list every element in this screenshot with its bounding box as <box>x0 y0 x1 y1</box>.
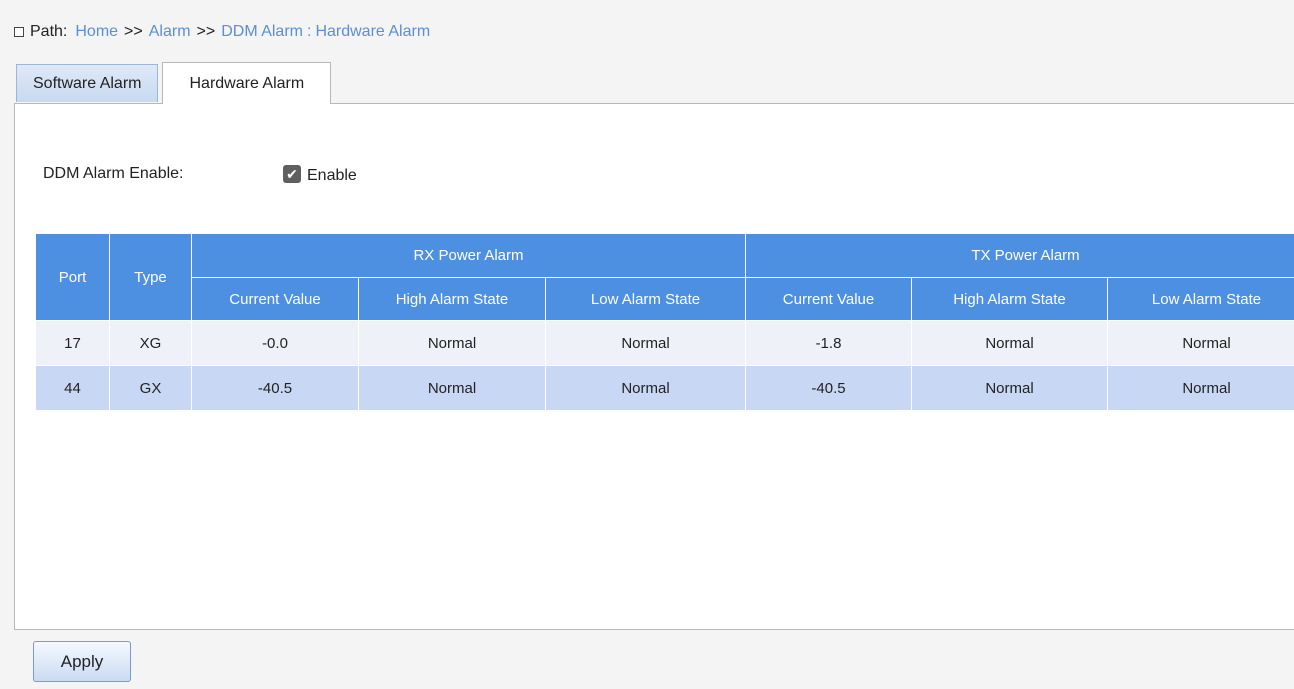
page: Path: Home >> Alarm >> DDM Alarm : Hardw… <box>0 0 1294 689</box>
square-icon <box>14 27 24 37</box>
cell-type: XG <box>109 320 192 366</box>
cell-tx-high-alarm-state: Normal <box>911 365 1108 411</box>
cell-tx-low-alarm-state: Normal <box>1106 365 1294 411</box>
col-header-rx-current-value[interactable]: Current Value <box>191 277 359 321</box>
cell-port: 17 <box>35 320 110 366</box>
ddm-enable-label: DDM Alarm Enable: <box>43 165 184 182</box>
breadcrumb-alarm[interactable]: Alarm <box>149 23 191 41</box>
table-header-row: Port Type RX Power Alarm TX Power Alarm <box>35 233 1294 321</box>
tab-software-alarm[interactable]: Software Alarm <box>16 64 159 102</box>
cell-rx-high-alarm-state: Normal <box>358 365 546 411</box>
breadcrumb-current[interactable]: Hardware Alarm <box>315 23 430 41</box>
table-row[interactable]: 44 GX -40.5 Normal Normal -40.5 Normal N… <box>35 365 1294 411</box>
col-group-tx-power-alarm: TX Power Alarm <box>744 233 1294 278</box>
cell-tx-high-alarm-state: Normal <box>911 320 1108 366</box>
col-group-rx-power-alarm: RX Power Alarm <box>191 233 746 278</box>
cell-rx-current-value: -40.5 <box>191 365 359 411</box>
table-subheader-row: Current Value High Alarm State Low Alarm… <box>36 277 1294 321</box>
col-header-type[interactable]: Type <box>109 233 192 321</box>
cell-rx-high-alarm-state: Normal <box>358 320 546 366</box>
tab-bar: Software Alarm Hardware Alarm <box>16 62 332 104</box>
col-header-tx-high-alarm-state[interactable]: High Alarm State <box>911 277 1108 321</box>
breadcrumb: Path: Home >> Alarm >> DDM Alarm : Hardw… <box>14 20 430 44</box>
cell-tx-current-value: -40.5 <box>745 365 912 411</box>
cell-port: 44 <box>35 365 110 411</box>
col-header-tx-current-value[interactable]: Current Value <box>745 277 912 321</box>
cell-type: GX <box>109 365 192 411</box>
cell-tx-current-value: -1.8 <box>745 320 912 366</box>
tab-hardware-alarm[interactable]: Hardware Alarm <box>162 62 332 104</box>
col-header-rx-high-alarm-state[interactable]: High Alarm State <box>358 277 546 321</box>
enable-checkbox-label[interactable]: Enable <box>307 167 357 185</box>
breadcrumb-home[interactable]: Home <box>75 23 118 41</box>
col-header-rx-low-alarm-state[interactable]: Low Alarm State <box>545 277 746 321</box>
col-header-port[interactable]: Port <box>35 233 110 321</box>
table-row[interactable]: 17 XG -0.0 Normal Normal -1.8 Normal Nor… <box>35 320 1294 366</box>
cell-rx-low-alarm-state: Normal <box>545 320 746 366</box>
cell-tx-low-alarm-state: Normal <box>1106 320 1294 366</box>
ddm-enable-row: DDM Alarm Enable: ✔ Enable <box>43 160 357 188</box>
path-label: Path: <box>30 23 68 40</box>
ddm-alarm-table: Port Type RX Power Alarm TX Power Alarm … <box>35 233 1294 411</box>
cell-rx-low-alarm-state: Normal <box>545 365 746 411</box>
breadcrumb-ddm-alarm[interactable]: DDM Alarm <box>221 23 303 41</box>
apply-button[interactable]: Apply <box>33 641 131 682</box>
breadcrumb-colon: : <box>306 23 312 40</box>
enable-checkbox[interactable]: ✔ <box>283 165 301 183</box>
cell-rx-current-value: -0.0 <box>191 320 359 366</box>
breadcrumb-separator: >> <box>124 23 143 40</box>
breadcrumb-separator: >> <box>196 23 216 40</box>
content-panel: DDM Alarm Enable: ✔ Enable Port Type RX … <box>14 103 1294 630</box>
col-header-tx-low-alarm-state[interactable]: Low Alarm State <box>1106 277 1294 321</box>
